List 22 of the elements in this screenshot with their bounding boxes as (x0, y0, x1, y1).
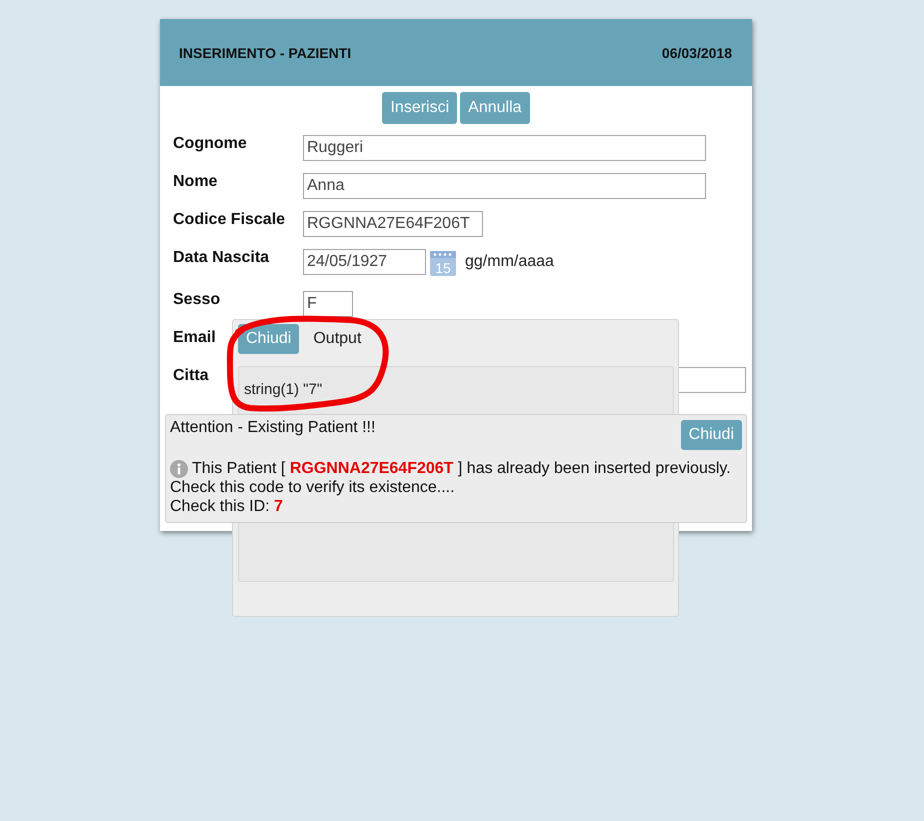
input-field[interactable]: F (303, 291, 353, 317)
field-label: Nome (173, 172, 218, 190)
popup-title: Output (313, 330, 362, 348)
input-field[interactable]: Anna (303, 173, 706, 199)
info-icon (170, 460, 188, 478)
header-date: 06/03/2018 (662, 44, 732, 60)
form-title: INSERIMENTO - PAZIENTI (179, 44, 352, 60)
field-label: Email (173, 328, 216, 346)
field-label: Sesso (173, 290, 220, 308)
input-field[interactable]: RGGNNA27E64F206T (303, 211, 483, 237)
alert-message: Check this code to verify its existence.... (170, 478, 455, 497)
input-field[interactable]: 24/05/1927 (303, 249, 426, 275)
alert-title: Attention - Existing Patient !!! (170, 419, 376, 437)
field-label: Cognome (173, 134, 247, 152)
field-label: Codice Fiscale (173, 210, 286, 228)
field-label: Data Nascita (173, 248, 270, 266)
input-field[interactable]: Ruggeri (303, 135, 706, 161)
date-format-hint: gg/mm/aaaa (465, 252, 554, 271)
alert-message: This Patient [ RGGNNA27E64F206T ] has already been inserted previously. (192, 459, 731, 478)
output-text: string(1) "7" (244, 381, 322, 398)
field-label: Citta (173, 366, 209, 384)
alert-message: Check this ID: 7 (170, 497, 283, 516)
